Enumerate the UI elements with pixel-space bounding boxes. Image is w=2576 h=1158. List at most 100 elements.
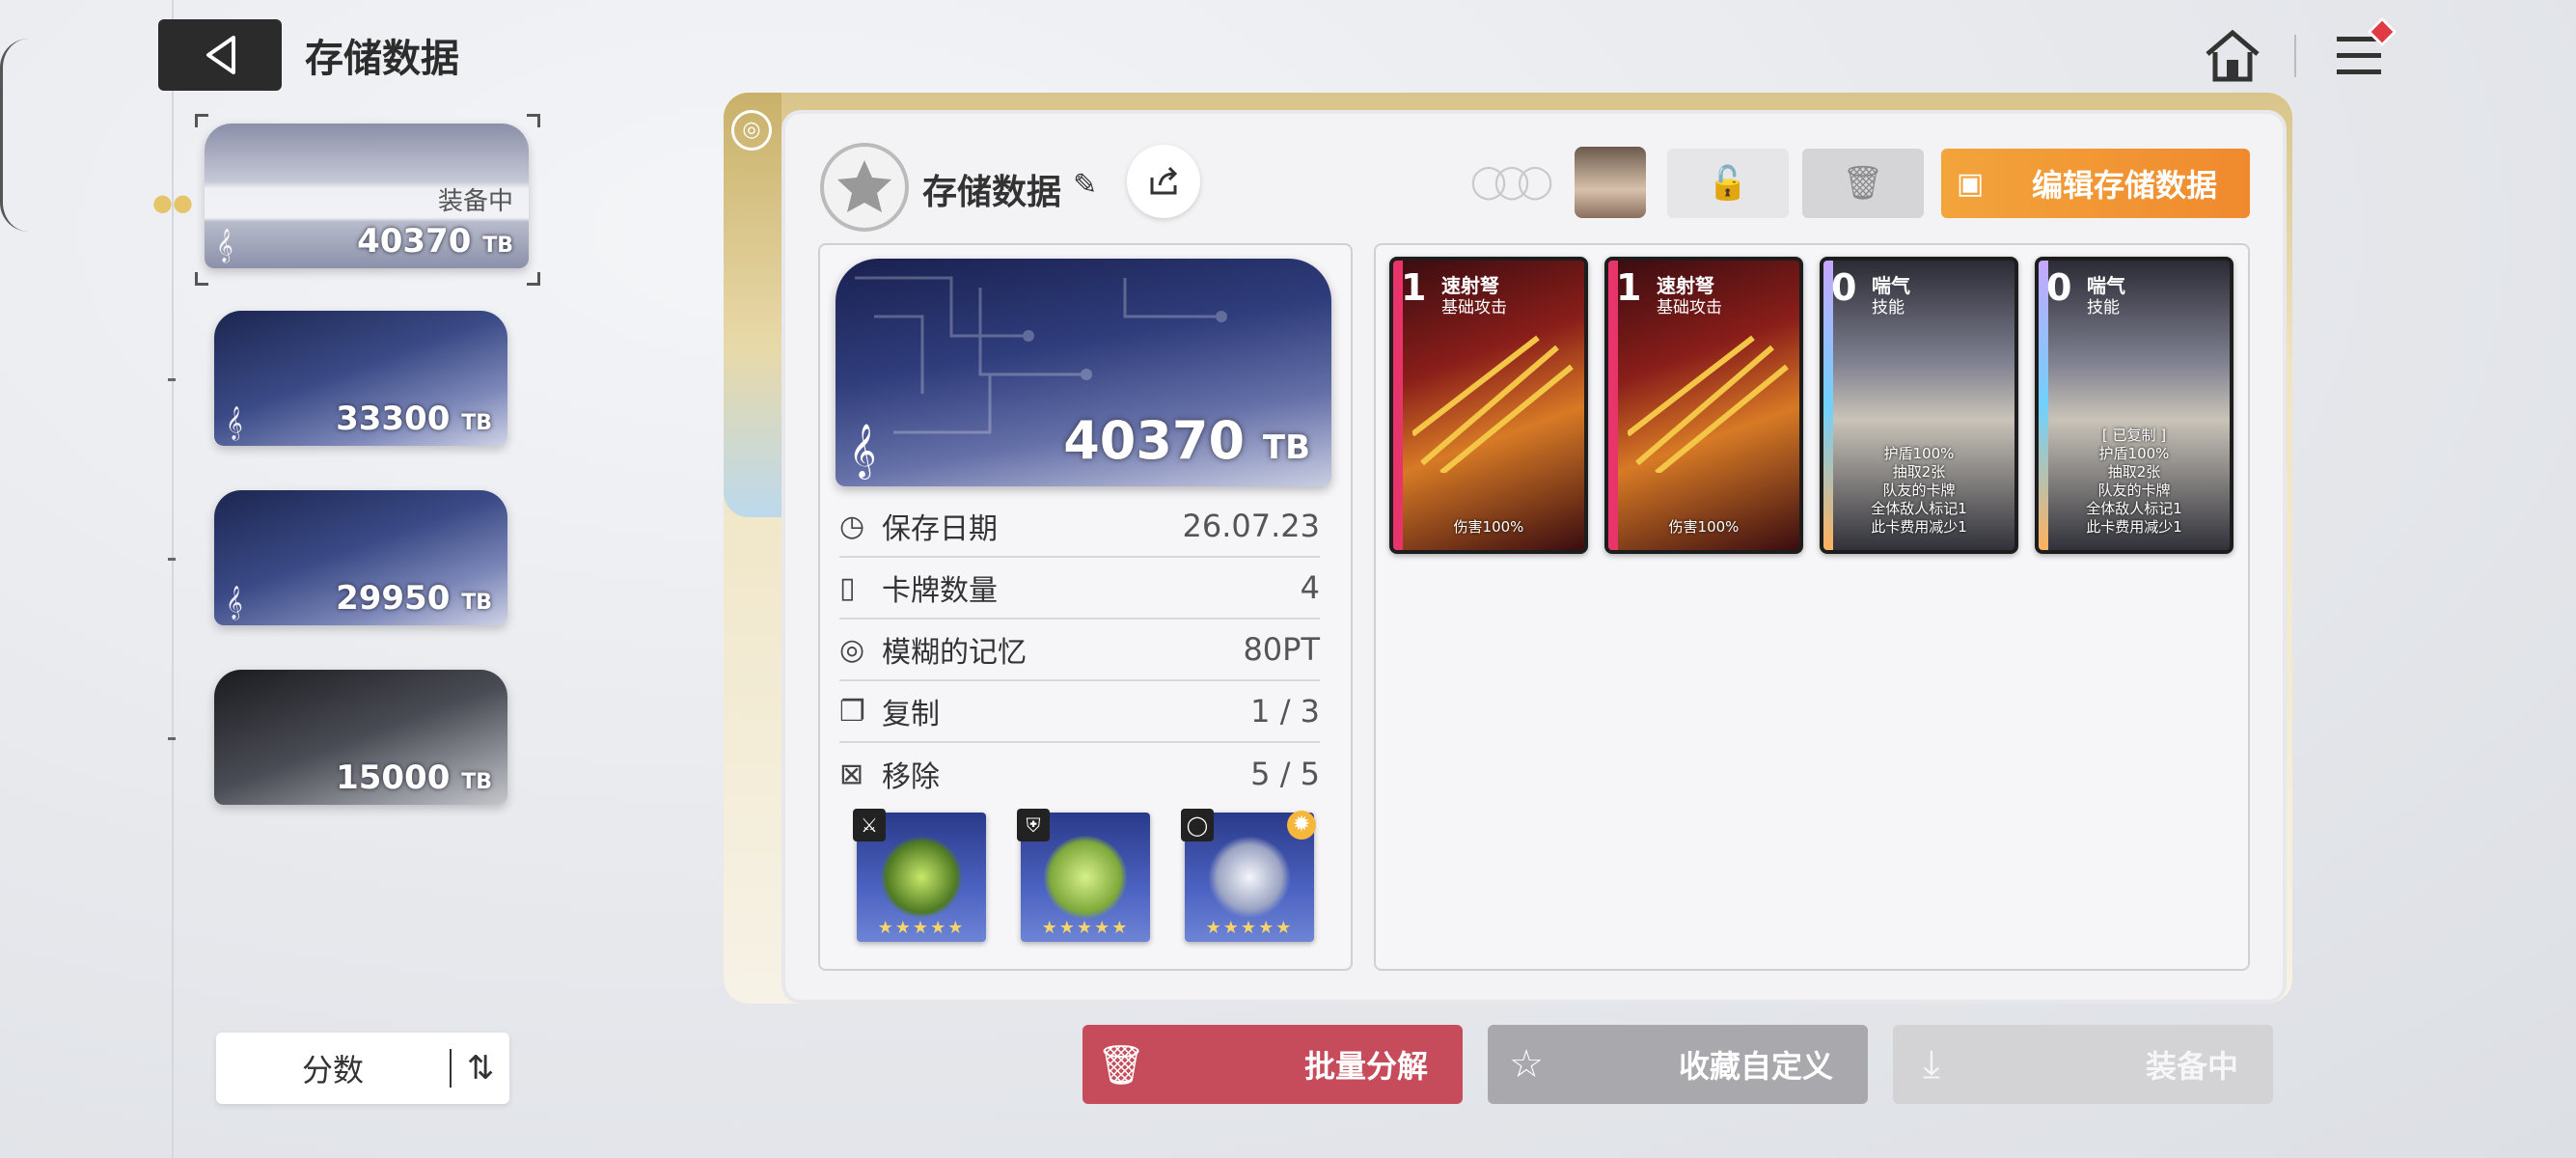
card-type: 基础攻击 [1441,298,1507,317]
edit-storage-button[interactable]: ▣ 编辑存储数据 [1941,149,2250,218]
clef-icon: 𝄞 [226,406,243,440]
storage-slot-1[interactable]: 装备中 𝄞 40370 TB [205,124,529,268]
brain-icon: ◎ [839,632,865,667]
decorative-tick [168,737,176,740]
star-icon [837,160,891,212]
equipped-label: 装备中 [437,187,513,216]
remove-icon: ⊠ [839,757,864,791]
sun-icon: ✹ [1287,811,1316,840]
info-row-copy: ❐ 复制 1 / 3 [839,681,1320,743]
card-type: 技能 [1872,298,1905,317]
avatar [820,143,909,232]
collect-custom-label: 收藏自定义 [1678,1048,1833,1085]
slot-score: 15000 TB [336,758,492,797]
delete-button[interactable]: 🗑 [1802,149,1924,218]
storage-slot-3[interactable]: 𝄞 29950 TB [214,490,507,625]
selection-corner [527,114,540,127]
equip-label: 装备中 [2145,1048,2238,1085]
card-1[interactable]: 1 速射弩 基础攻击 伤害100% [1389,257,1588,554]
selection-corner [195,114,208,127]
storage-slot-2[interactable]: 𝄞 33300 TB [214,311,507,446]
cards-icon: ▯ [839,570,856,605]
card-description: 伤害100% [1453,518,1524,536]
weapon-image [880,836,963,919]
slot-score: 40370 TB [357,222,513,261]
card-cost: 0 [1831,266,1857,309]
gear-slot-weapon[interactable]: ⚔ ★★★★★ [853,809,986,942]
home-icon[interactable] [2202,25,2263,87]
storage-card-preview: 𝄞 40370 TB [836,259,1331,486]
card-cost: 1 [1401,266,1427,309]
gear-stars: ★★★★★ [1205,918,1294,938]
page-title: 存储数据 [305,37,459,81]
decorative-tick [168,558,176,561]
download-icon: ⤓ [1923,1042,1940,1087]
sort-label: 分数 [301,1052,364,1089]
selection-corner [527,272,540,286]
sort-button[interactable]: 分数 ⇅ [216,1033,509,1104]
back-button[interactable] [158,19,282,91]
card-3[interactable]: 0 喘气 技能 护盾100% 抽取2张 队友的卡牌 全体敌人标记1 此卡费用减少… [1820,257,2018,554]
share-icon [1150,166,1178,195]
card-description: [ 已复制 ] 护盾100% 抽取2张 队友的卡牌 全体敌人标记1 此卡费用减少… [2086,427,2182,536]
character-avatar[interactable] [1575,147,1646,218]
crossbow-bolts-art [1628,335,1789,473]
gear-slot-armor[interactable]: ⛨ ★★★★★ [1017,809,1150,942]
selection-corner [195,272,208,286]
card-cost: 1 [1616,266,1642,309]
sort-order-icon[interactable]: ⇅ [452,1049,509,1088]
sword-icon: ⚔ [853,809,886,841]
watch-image [1208,836,1291,919]
gear-slot-accessory[interactable]: ◯ ✹ ★★★★★ [1181,809,1316,942]
decorative-tick [168,378,176,381]
card-2[interactable]: 1 速射弩 基础攻击 伤害100% [1604,257,1803,554]
brain-icon: ◎ [731,110,772,151]
armor-image [1044,836,1127,919]
ring-icon: ◯ [1181,809,1214,841]
storage-slot-4[interactable]: 15000 TB [214,670,507,805]
armor-icon: ⛨ [1017,809,1050,841]
batch-dismantle-label: 批量分解 [1303,1048,1428,1085]
edit-icon: ▣ [1956,166,1985,201]
crossbow-bolts-art [1412,335,1574,473]
info-row-blurred-memory: ◎ 模糊的记忆 80PT [839,620,1320,681]
copy-icon: ❐ [839,694,865,729]
panel-title: 存储数据 [922,173,1062,212]
card-4[interactable]: 0 喘气 技能 [ 已复制 ] 护盾100% 抽取2张 队友的卡牌 全体敌人标记… [2035,257,2233,554]
collect-custom-button[interactable]: ☆ 收藏自定义 [1488,1025,1868,1104]
storage-score: 40370 TB [1063,410,1310,471]
clef-icon: 𝄞 [849,424,877,478]
equip-button[interactable]: ⤓ 装备中 [1893,1025,2273,1104]
slot-score: 33300 TB [336,400,492,438]
info-row-card-count: ▯ 卡牌数量 4 [839,558,1320,620]
info-row-save-date: ◷ 保存日期 26.07.23 [839,496,1320,558]
clock-icon: ◷ [839,509,865,543]
batch-dismantle-button[interactable]: 🗑 批量分解 [1082,1025,1463,1104]
card-cost: 0 [2046,266,2072,309]
trash-icon: 🗑 [1096,1042,1146,1088]
card-type: 技能 [2087,298,2120,317]
rings-icon: ◯◯◯ [1470,162,1553,201]
star-edit-icon: ☆ [1509,1042,1544,1087]
decorative-line [172,0,174,1158]
back-arrow-icon [206,36,235,74]
trash-icon: 🗑 [1842,164,1884,203]
clef-icon: 𝄞 [226,586,243,620]
card-description: 伤害100% [1668,518,1740,536]
selection-indicator-icon: ●● [152,189,193,216]
divider [2294,35,2296,77]
share-button[interactable] [1127,145,1200,218]
edit-storage-label: 编辑存储数据 [2031,167,2217,204]
card-description: 护盾100% 抽取2张 队友的卡牌 全体敌人标记1 此卡费用减少1 [1871,445,1967,536]
slot-score: 29950 TB [336,579,492,618]
lock-icon: 🔓 [1707,164,1749,203]
gear-stars: ★★★★★ [877,918,966,938]
info-row-remove: ⊠ 移除 5 / 5 [839,756,1320,794]
gear-stars: ★★★★★ [1041,918,1130,938]
rename-pen-icon[interactable]: ✎ [1073,168,1097,202]
clef-icon: 𝄞 [216,229,233,262]
panel-side-tab [724,93,781,517]
decorative-arc [0,39,29,232]
card-type: 基础攻击 [1657,298,1722,317]
lock-button[interactable]: 🔓 [1667,149,1789,218]
